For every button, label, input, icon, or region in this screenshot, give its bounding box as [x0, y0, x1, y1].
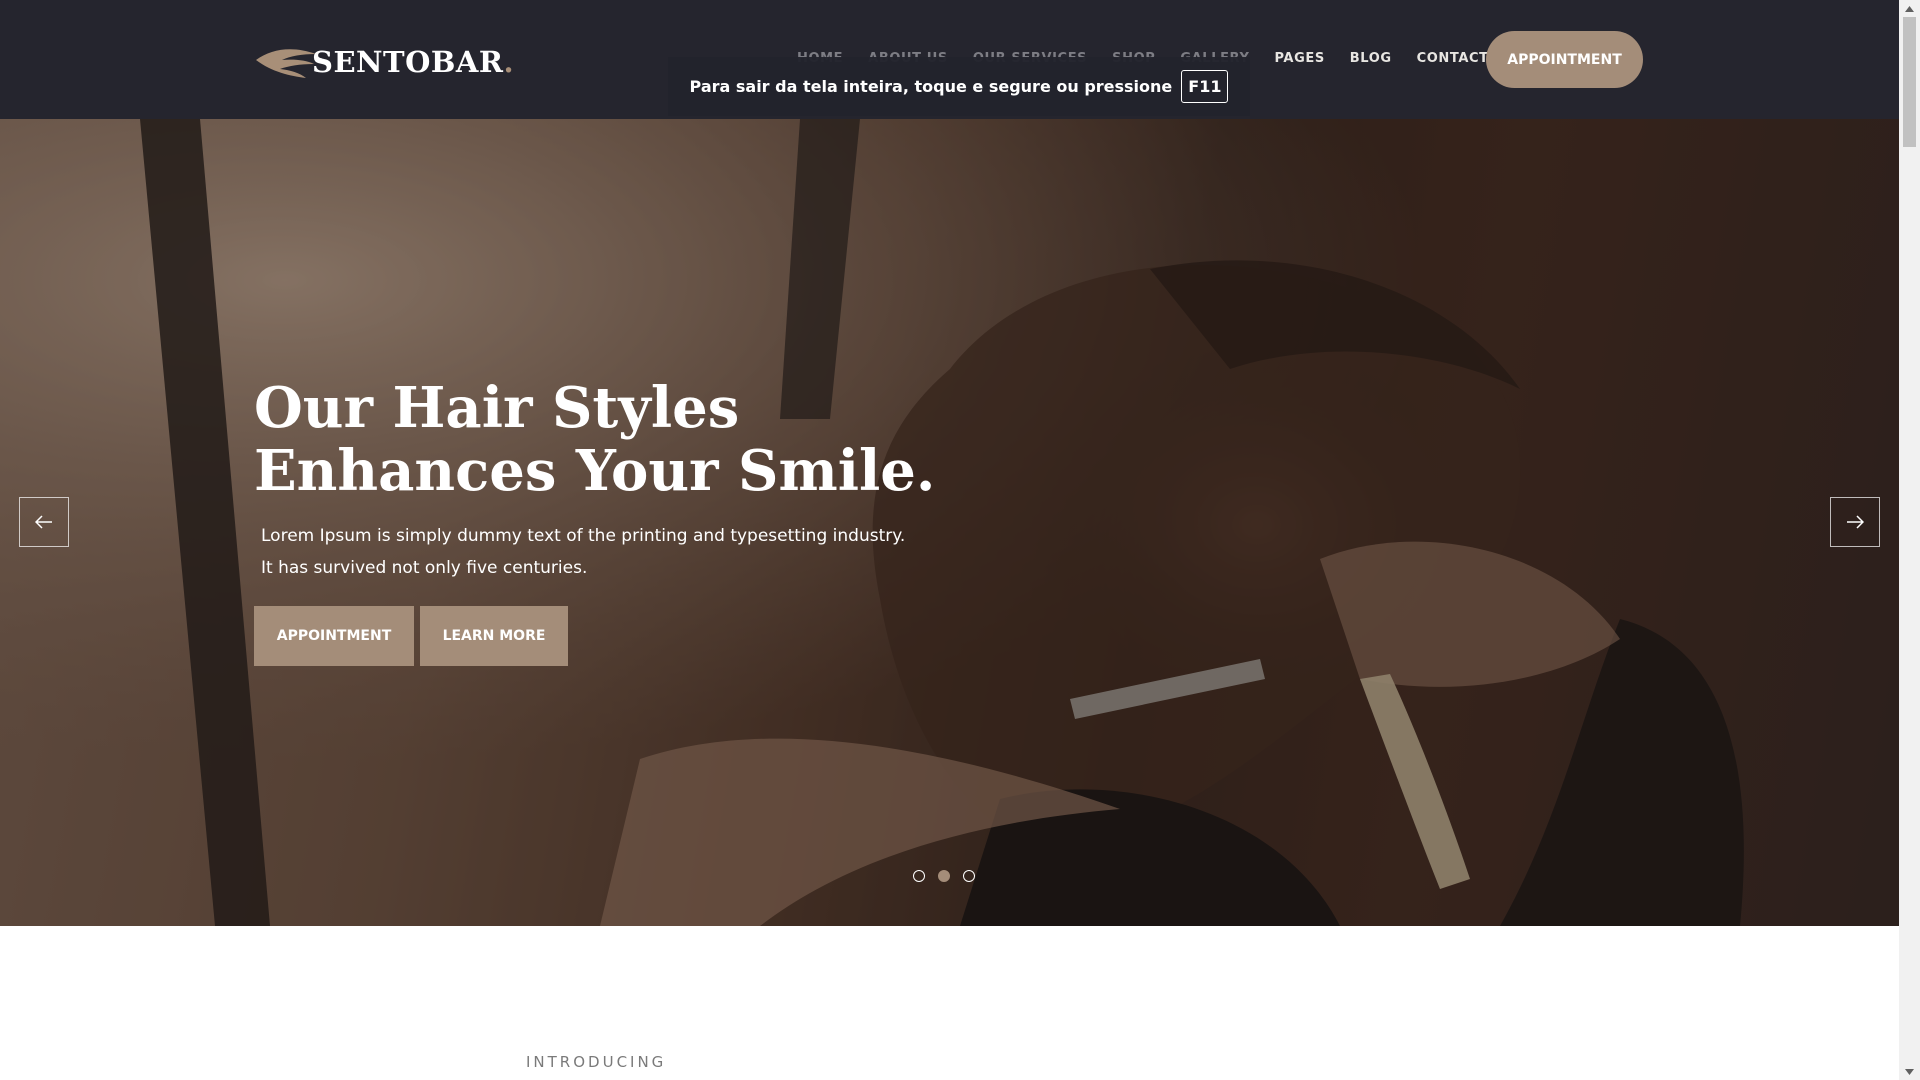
nav-item-blog[interactable]: BLOG: [1350, 51, 1392, 66]
hero-title: Our Hair Styles Enhances Your Smile.: [254, 375, 936, 504]
hero-slider: Our Hair Styles Enhances Your Smile. Lore…: [0, 119, 1899, 926]
wing-logo-icon: [256, 49, 316, 78]
slider-next-button[interactable]: [1830, 497, 1880, 547]
nav-item-contact[interactable]: CONTACT: [1417, 51, 1489, 66]
hero-learn-more-button[interactable]: LEARN MORE: [420, 606, 568, 666]
arrow-right-icon: [1847, 515, 1864, 529]
scrollbar-thumb[interactable]: [1903, 17, 1916, 147]
section-eyebrow-introducing: INTRODUCING: [526, 1053, 667, 1071]
fullscreen-notice-text: Para sair da tela inteira, toque e segur…: [689, 77, 1173, 96]
slider-dot-2[interactable]: [938, 870, 950, 882]
header-appointment-button[interactable]: APPOINTMENT: [1486, 31, 1643, 88]
slider-prev-button[interactable]: [19, 497, 69, 547]
scroll-up-icon[interactable]: [1899, 0, 1920, 17]
arrow-left-icon: [35, 515, 52, 529]
page-scrollbar[interactable]: [1899, 0, 1920, 1080]
hero-subtitle: Lorem Ipsum is simply dummy text of the …: [261, 526, 906, 578]
slider-dot-1[interactable]: [913, 870, 925, 882]
slider-dot-3[interactable]: [963, 870, 975, 882]
hero-appointment-button[interactable]: APPOINTMENT: [254, 606, 414, 666]
brand-name: SENTOBAR.: [312, 45, 515, 79]
fullscreen-notice: Para sair da tela inteira, toque e segur…: [668, 57, 1250, 116]
scroll-down-icon[interactable]: [1899, 1063, 1920, 1080]
nav-item-pages[interactable]: PAGES: [1274, 51, 1324, 66]
brand-logo[interactable]: SENTOBAR.: [254, 40, 514, 84]
slider-dots: [913, 870, 975, 882]
fullscreen-notice-key: F11: [1181, 70, 1229, 103]
